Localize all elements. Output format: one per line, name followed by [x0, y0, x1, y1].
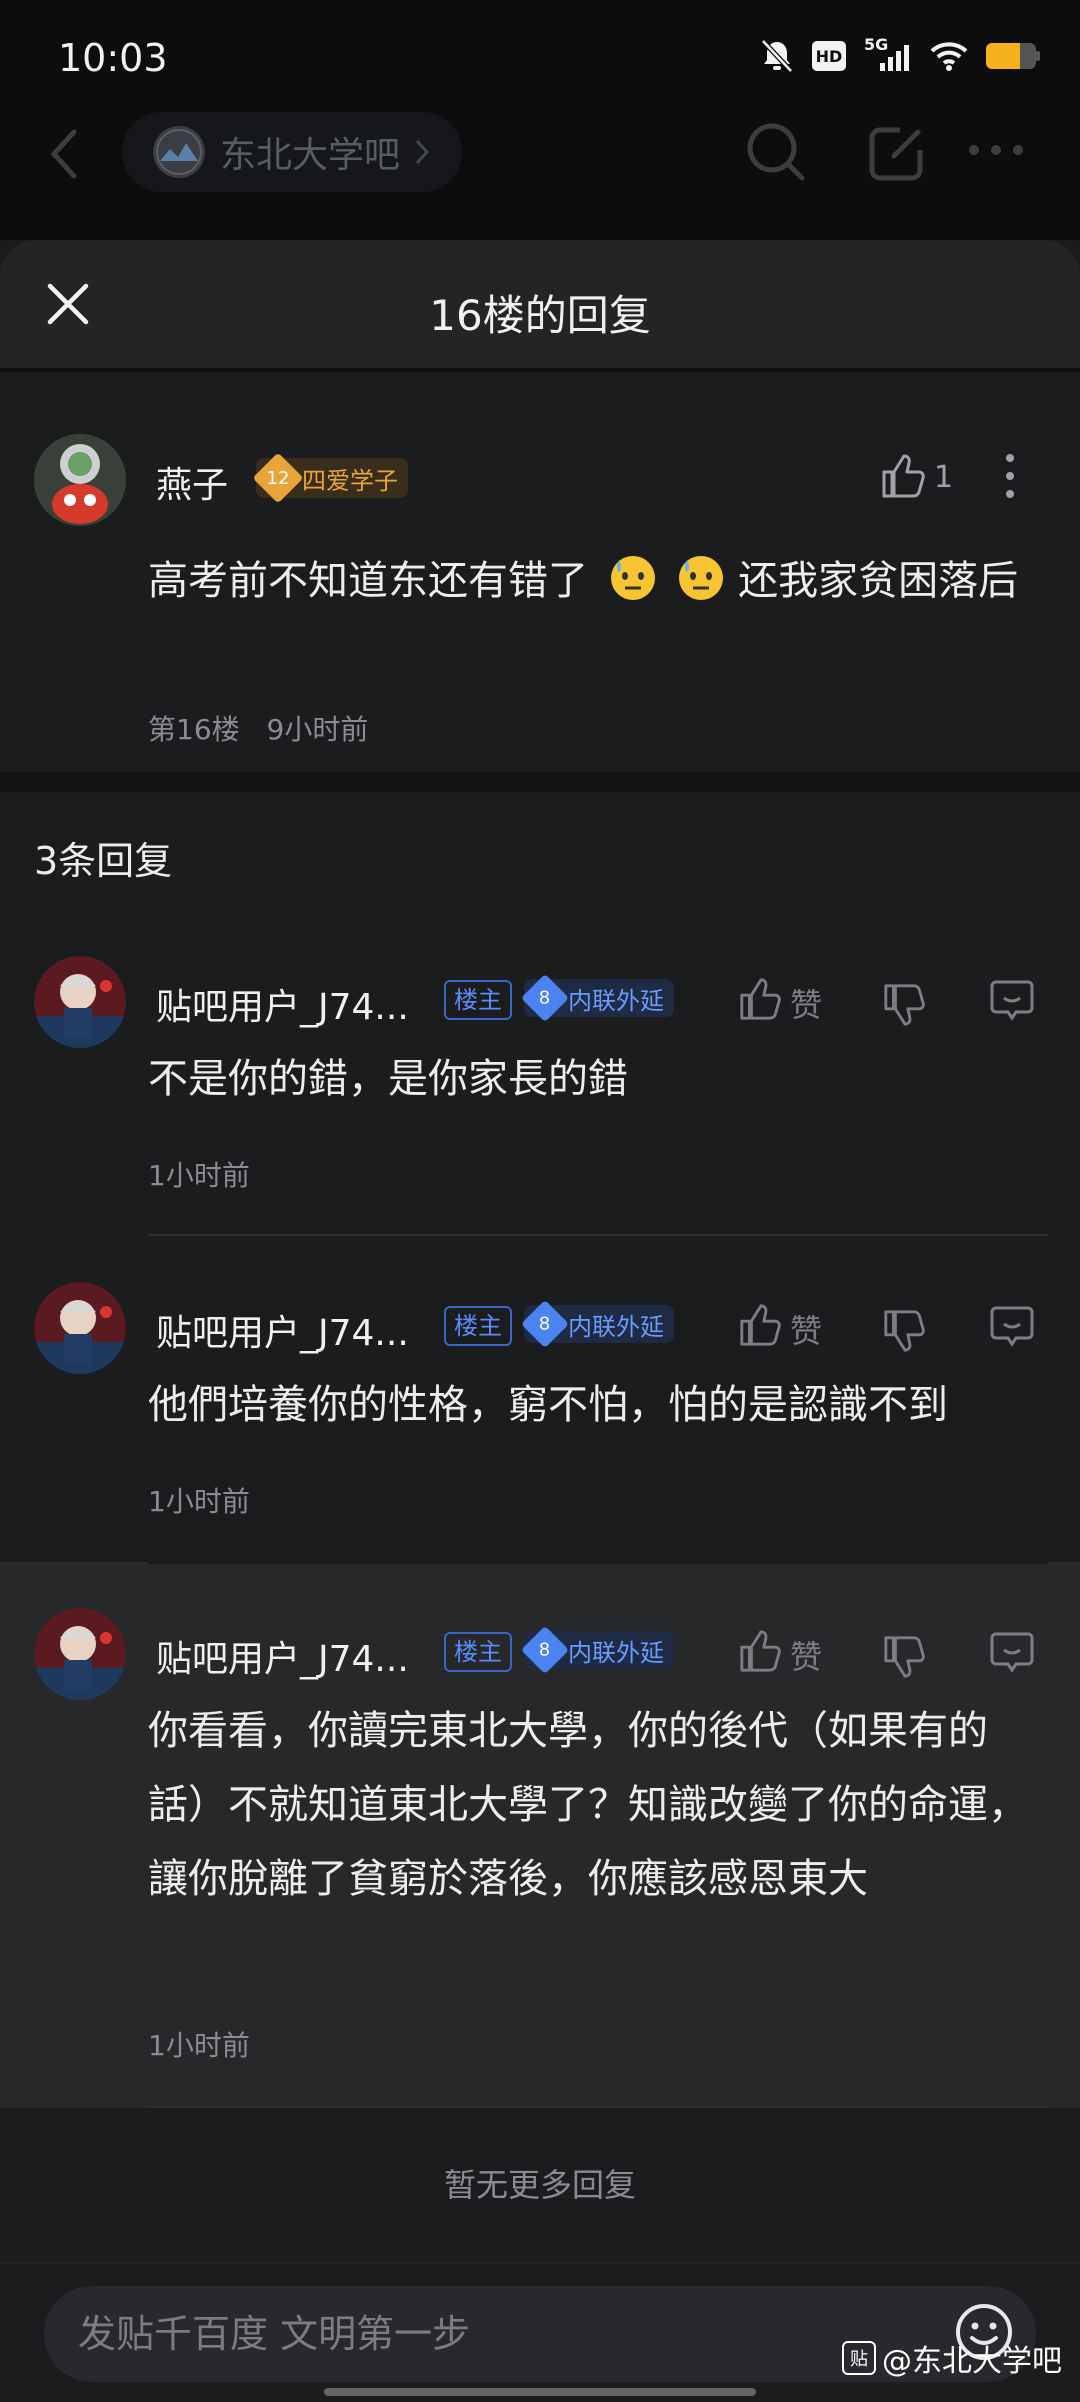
thumbs-down-icon[interactable]	[882, 1634, 926, 1680]
reply-time: 1小时前	[148, 1485, 250, 1518]
watermark: 贴 @东北大学吧	[842, 2336, 1062, 2380]
post-time: 9小时前	[266, 713, 369, 746]
username[interactable]: 贴吧用户_J74...	[156, 1304, 409, 1356]
divider	[148, 1562, 1048, 1564]
level-diamond-icon: 8	[520, 973, 570, 1023]
op-tag: 楼主	[444, 1632, 512, 1672]
sheet-title: 16楼的回复	[429, 291, 651, 340]
reply-item-highlighted: 贴吧用户_J74... 楼主 8 内联外延 赞 你看看，你讀完東北大學，你的後代…	[0, 1562, 1080, 2108]
comment-icon[interactable]	[990, 978, 1034, 1022]
level-diamond-icon: 8	[520, 1625, 570, 1675]
avatar[interactable]	[34, 1608, 126, 1700]
status-icons: HD 5G	[760, 35, 1040, 74]
sweat-emoji-icon	[610, 556, 655, 600]
reply-count: 3条回复	[34, 839, 173, 883]
more-icon[interactable]	[966, 140, 1026, 160]
divider	[148, 1234, 1048, 1236]
hd-icon: HD	[812, 41, 846, 71]
level-title: 内联外延	[568, 1638, 664, 1667]
like-label[interactable]: 赞	[790, 1632, 822, 1678]
reply-input[interactable]	[44, 2311, 900, 2357]
reply-time: 1小时前	[148, 1159, 250, 1192]
thumbs-up-icon[interactable]	[738, 1628, 782, 1674]
tieba-logo-icon: 贴	[842, 2341, 876, 2375]
level-diamond-icon: 8	[520, 1299, 570, 1349]
reply-item: 贴吧用户_J74... 楼主 8 内联外延 赞 不是你的錯，是你家長的錯 1小时…	[0, 940, 1080, 1236]
avatar[interactable]	[34, 434, 126, 526]
level-number: 8	[539, 987, 551, 1009]
reply-item: 贴吧用户_J74... 楼主 8 内联外延 赞 他們培養你的性格，窮不怕，怕的是…	[0, 1266, 1080, 1562]
avatar[interactable]	[34, 1282, 126, 1374]
level-diamond-icon: 12	[252, 452, 304, 504]
reply-content: 不是你的錯，是你家長的錯	[148, 1056, 628, 1102]
level-badge: 8 内联外延	[520, 973, 674, 1023]
post-content: 高考前不知道东还有错了 还我家贫困落后	[148, 544, 1038, 618]
level-badge: 8 内联外延	[520, 1625, 674, 1675]
level-title: 四爱学子	[302, 466, 398, 495]
back-arrow-icon[interactable]	[44, 128, 84, 180]
edit-post-icon[interactable]	[866, 120, 930, 184]
section-separator	[0, 772, 1080, 792]
comment-icon[interactable]	[990, 1630, 1034, 1674]
chevron-right-icon	[415, 139, 430, 165]
username[interactable]: 贴吧用户_J74...	[156, 978, 409, 1030]
post-text-part2: 还我家贫困落后	[738, 558, 1019, 604]
floor-number: 第16楼	[148, 713, 240, 746]
avatar[interactable]	[34, 956, 126, 1048]
status-time: 10:03	[58, 36, 168, 80]
no-more-replies: 暂无更多回复	[443, 2166, 636, 2204]
home-indicator[interactable]	[324, 2388, 756, 2396]
thumbs-up-icon[interactable]	[880, 452, 926, 500]
reply-content: 你看看，你讀完東北大學，你的後代（如果有的話）不就知道東北大學了？知識改變了你的…	[148, 1708, 1028, 1902]
level-number: 8	[539, 1313, 551, 1335]
like-label[interactable]: 赞	[790, 1306, 822, 1352]
username[interactable]: 贴吧用户_J74...	[156, 1630, 409, 1682]
post-more-icon[interactable]	[1002, 452, 1018, 500]
level-title: 内联外延	[568, 986, 664, 1015]
comment-icon[interactable]	[990, 1304, 1034, 1348]
level-number: 12	[266, 467, 290, 489]
wifi-icon	[930, 42, 968, 71]
signal-icon: 5G	[864, 35, 912, 73]
thumbs-up-icon[interactable]	[738, 976, 782, 1022]
post-text-part1: 高考前不知道东还有错了	[148, 558, 588, 604]
username[interactable]: 燕子	[156, 456, 228, 508]
level-number: 8	[539, 1639, 551, 1661]
post-meta: 第16楼 9小时前	[148, 708, 368, 748]
thumbs-down-icon[interactable]	[882, 1308, 926, 1354]
reply-time: 1小时前	[148, 2029, 250, 2062]
op-tag: 楼主	[444, 1306, 512, 1346]
forum-name: 东北大学吧	[220, 135, 401, 176]
search-icon[interactable]	[744, 120, 808, 184]
reply-content: 他們培養你的性格，窮不怕，怕的是認識不到	[148, 1382, 948, 1428]
forum-link[interactable]: 东北大学吧	[122, 112, 463, 192]
sweat-emoji-icon	[679, 556, 724, 600]
op-tag: 楼主	[444, 980, 512, 1020]
watermark-text: @东北大学吧	[882, 2344, 1062, 2379]
thumbs-down-icon[interactable]	[882, 982, 926, 1028]
level-title: 内联外延	[568, 1312, 664, 1341]
level-badge: 12 四爱学子	[252, 452, 408, 504]
divider	[148, 2106, 1048, 2108]
forum-logo-icon	[153, 126, 205, 178]
like-label[interactable]: 赞	[790, 980, 822, 1026]
mute-icon	[761, 39, 793, 73]
battery-icon	[986, 43, 1040, 69]
like-count: 1	[934, 460, 954, 495]
thumbs-up-icon[interactable]	[738, 1302, 782, 1348]
level-badge: 8 内联外延	[520, 1299, 674, 1349]
